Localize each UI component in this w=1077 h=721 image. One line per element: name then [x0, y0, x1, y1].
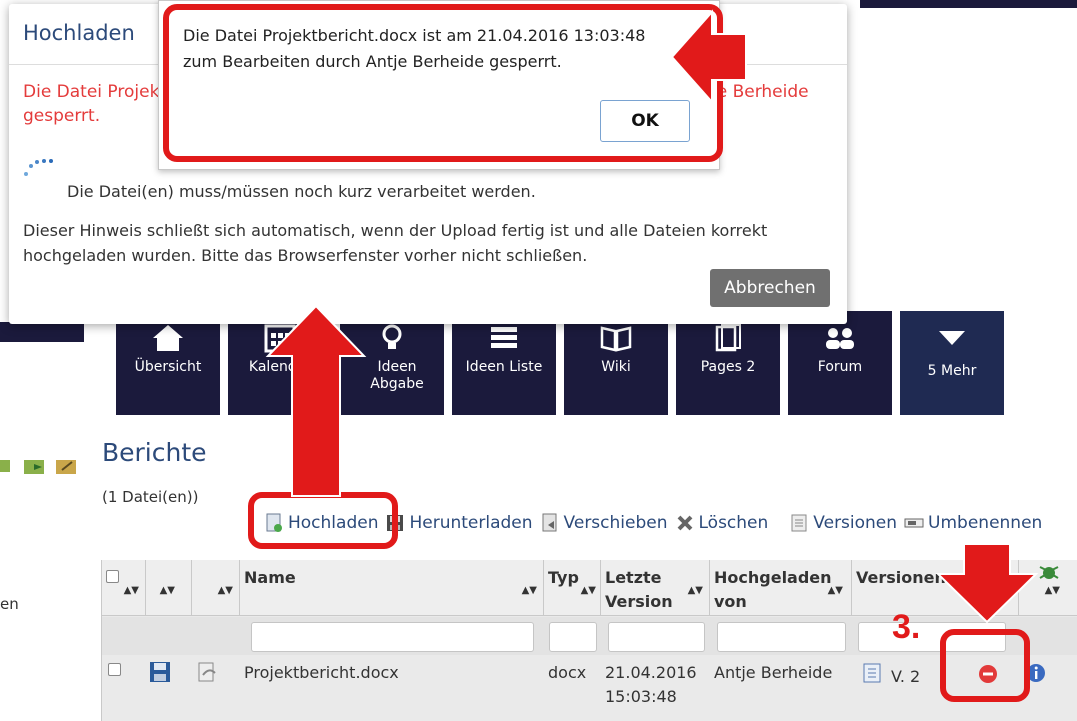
error-text-start: Die Datei Projek	[23, 82, 160, 102]
loading-spinner-icon	[24, 159, 53, 176]
step-number-label: 3.	[892, 608, 921, 646]
highlight-upload-frame	[248, 492, 398, 549]
annotation-arrow-left-icon	[670, 9, 747, 105]
dialog-hint-text: Dieser Hinweis schließt sich automatisch…	[23, 221, 768, 265]
annotation-arrow-down-icon	[935, 543, 1039, 624]
cancel-button[interactable]: Abbrechen	[710, 269, 830, 307]
highlight-lock-icon-frame	[940, 629, 1030, 702]
highlight-alert-frame	[163, 4, 723, 162]
error-text-line2: gesperrt.	[23, 106, 101, 126]
annotation-arrow-up-icon	[265, 304, 367, 497]
processing-text: Die Datei(en) muss/müssen noch kurz vera…	[67, 182, 536, 201]
dialog-title: Hochladen	[23, 21, 135, 45]
